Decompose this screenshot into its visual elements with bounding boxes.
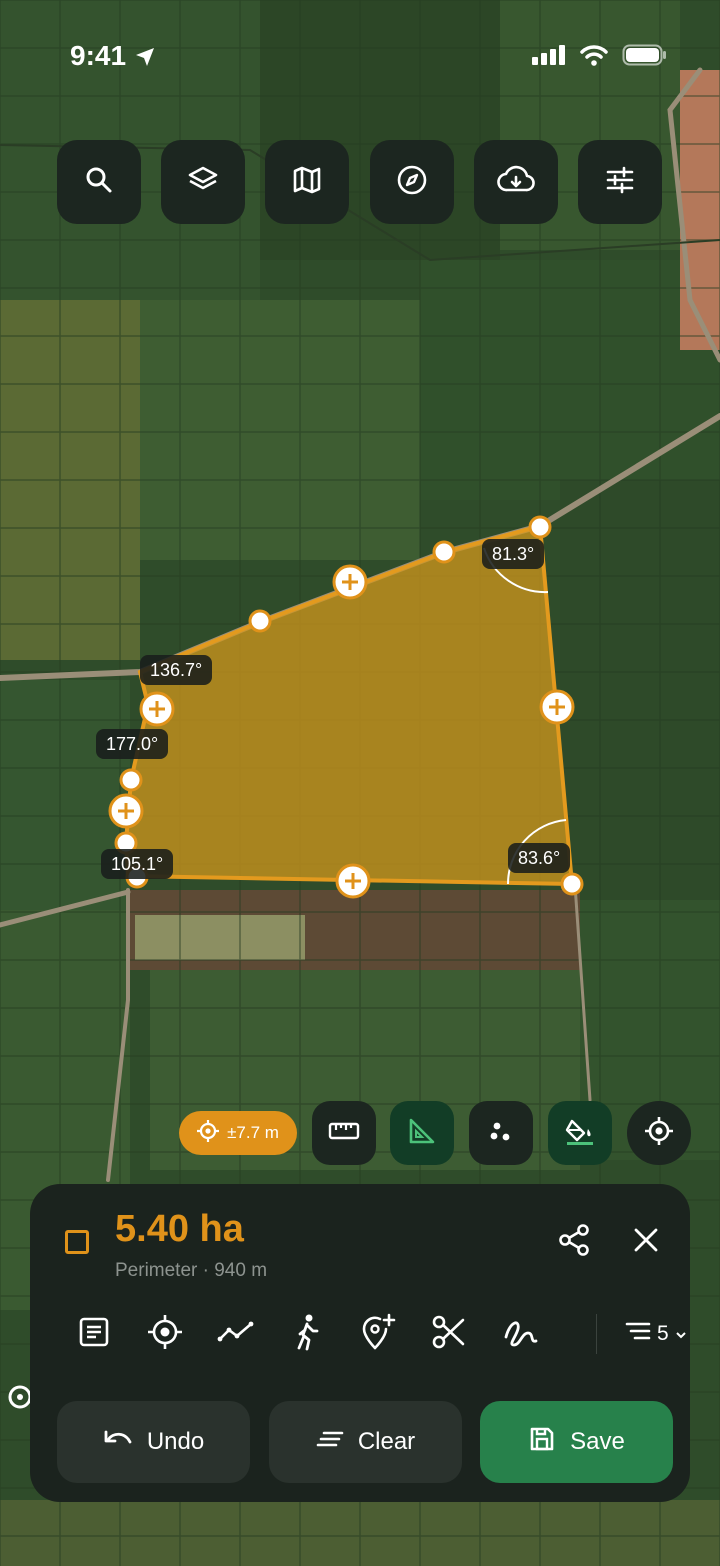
- set-square-icon: [407, 1116, 437, 1151]
- polyline-icon: [217, 1320, 255, 1349]
- target-icon: [147, 1314, 183, 1355]
- cellular-signal-icon: [532, 45, 566, 70]
- measure-area-button[interactable]: [390, 1101, 454, 1165]
- status-bar: 9:41: [0, 0, 720, 110]
- status-indicators: [532, 44, 668, 71]
- line-mode-button[interactable]: [214, 1312, 258, 1356]
- vertex-handle: [528, 515, 552, 539]
- paint-bucket-icon: [564, 1115, 596, 1152]
- vertex-handle: [560, 872, 584, 896]
- close-button[interactable]: [626, 1222, 666, 1262]
- cloud-download-icon: [497, 164, 535, 201]
- measurement-tools-row: 5: [60, 1306, 686, 1362]
- vertex-handle: [248, 609, 272, 633]
- map-button[interactable]: [265, 140, 349, 224]
- search-button[interactable]: [57, 140, 141, 224]
- battery-icon: [622, 44, 668, 71]
- save-button[interactable]: Save: [480, 1401, 673, 1483]
- gps-point-button[interactable]: [143, 1312, 187, 1356]
- add-point-button: [139, 691, 175, 727]
- clear-label: Clear: [357, 1428, 416, 1455]
- clear-icon: [316, 1428, 344, 1456]
- walking-person-icon: [292, 1313, 322, 1356]
- angle-label: 83.6°: [508, 843, 571, 873]
- my-location-button[interactable]: [627, 1101, 691, 1165]
- status-time: 9:41: [70, 40, 127, 71]
- gps-accuracy-value: ±7.7 m: [227, 1123, 279, 1142]
- clear-button[interactable]: Clear: [269, 1401, 462, 1483]
- vertex-handle: [119, 768, 143, 792]
- angle-label: 105.1°: [101, 849, 174, 879]
- angle-label: 81.3°: [482, 539, 545, 569]
- chevron-down-icon: [675, 1322, 687, 1346]
- layers-icon: [187, 164, 219, 201]
- save-icon: [528, 1425, 556, 1460]
- wifi-icon: [580, 44, 608, 71]
- split-button[interactable]: [427, 1312, 471, 1356]
- share-button[interactable]: [554, 1222, 594, 1262]
- angle-label: 177.0°: [96, 729, 169, 759]
- location-arrow-icon: [134, 46, 156, 73]
- notes-button[interactable]: [72, 1312, 116, 1356]
- list-icon: [625, 1321, 651, 1347]
- filters-button[interactable]: [578, 140, 662, 224]
- ruler-icon: [328, 1121, 360, 1146]
- add-point-button: [335, 863, 371, 899]
- area-value: 5.40 ha: [115, 1208, 244, 1250]
- area-checkbox[interactable]: [65, 1230, 89, 1254]
- gps-target-icon: [197, 1119, 220, 1147]
- add-location-icon: [360, 1313, 396, 1356]
- walk-mode-button[interactable]: [285, 1312, 329, 1356]
- crosshair-icon: [644, 1116, 674, 1151]
- undo-button[interactable]: Undo: [57, 1401, 250, 1483]
- share-icon: [556, 1222, 592, 1263]
- gps-accuracy-pill[interactable]: ±7.7 m: [179, 1111, 297, 1155]
- freehand-draw-icon: [502, 1315, 538, 1354]
- save-label: Save: [570, 1428, 625, 1455]
- fill-color-button[interactable]: [548, 1101, 612, 1165]
- scissors-icon: [431, 1314, 467, 1355]
- compass-button[interactable]: [370, 140, 454, 224]
- map-icon: [291, 164, 323, 201]
- search-icon: [84, 165, 114, 200]
- dots-icon: [487, 1117, 515, 1150]
- notes-icon: [77, 1315, 111, 1354]
- top-toolbar: [57, 140, 663, 224]
- add-point-button: [108, 793, 144, 829]
- offline-download-button[interactable]: [474, 140, 558, 224]
- add-point-button: [539, 689, 575, 725]
- tools-divider: [596, 1314, 597, 1354]
- add-point-button: [332, 564, 368, 600]
- perimeter-text: Perimeter · 940 m: [115, 1260, 268, 1281]
- add-marker-button[interactable]: [356, 1312, 400, 1356]
- freehand-button[interactable]: [498, 1312, 542, 1356]
- measure-distance-button[interactable]: [312, 1101, 376, 1165]
- vertex-handle: [432, 540, 456, 564]
- list-count-dropdown[interactable]: 5: [625, 1316, 687, 1352]
- measurement-panel: 5.40 ha Perimeter · 940 m 5 Undo Clear S…: [30, 1184, 690, 1502]
- close-icon: [632, 1226, 660, 1259]
- undo-label: Undo: [146, 1428, 205, 1455]
- list-count-value: 5: [657, 1322, 669, 1345]
- angle-label: 136.7°: [140, 655, 213, 685]
- sliders-icon: [604, 164, 636, 201]
- compass-icon: [396, 164, 428, 201]
- layers-button[interactable]: [161, 140, 245, 224]
- points-mode-button[interactable]: [469, 1101, 533, 1165]
- undo-icon: [103, 1428, 133, 1457]
